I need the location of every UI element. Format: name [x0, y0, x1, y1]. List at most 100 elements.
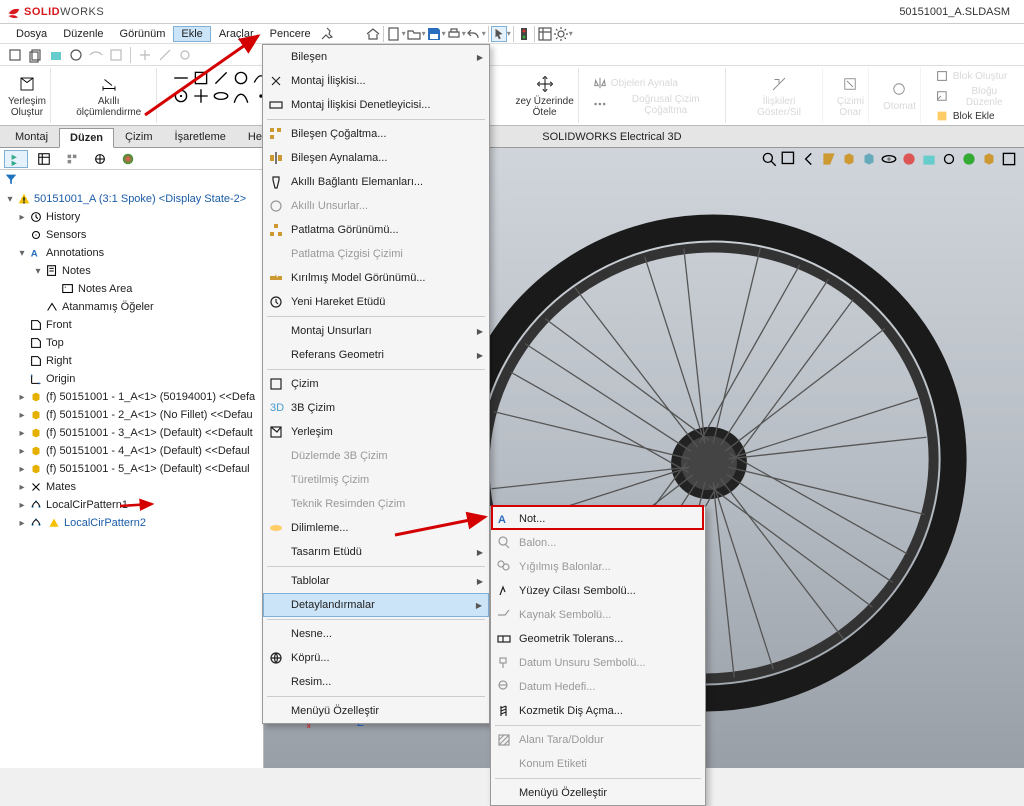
edit-appearance-icon[interactable] — [900, 150, 918, 168]
dd-sketch[interactable]: Çizim — [263, 372, 489, 396]
zoom-area-icon[interactable] — [780, 150, 798, 168]
appearance-tab-icon[interactable] — [116, 150, 140, 168]
dd-exploded-view[interactable]: Patlatma Görünümü... — [263, 218, 489, 242]
rb-relations: İlişkileri Göster/Sil — [736, 68, 823, 123]
dd-mate-controller[interactable]: Montaj İlişkisi Denetleyicisi... — [263, 93, 489, 117]
dd-motion-study[interactable]: Yeni Hareket Etüdü — [263, 290, 489, 314]
tb-icon[interactable] — [68, 47, 84, 63]
dd-surface-finish[interactable]: Yüzey Cilası Sembolü... — [491, 579, 705, 603]
home-icon[interactable] — [365, 26, 381, 42]
dd-layout[interactable]: Yerleşim — [263, 420, 489, 444]
view-toolbar — [760, 150, 1018, 170]
feature-tree-tab-icon[interactable] — [4, 150, 28, 168]
dd-customize-menu2[interactable]: Menüyü Özelleştir — [491, 781, 705, 805]
annotations-submenu: ANot... Balon... Yığılmış Balonlar... Yü… — [490, 506, 706, 806]
select-arrow-icon[interactable] — [491, 26, 507, 42]
tb-icon — [88, 47, 104, 63]
feature-tree[interactable]: ▾50151001_A (3:1 Spoke) <Display State-2… — [0, 188, 263, 534]
tree-plane-right[interactable]: Right — [0, 352, 263, 370]
display-tab-icon[interactable] — [88, 150, 112, 168]
tab-cizim[interactable]: Çizim — [114, 127, 164, 147]
dd-component[interactable]: Bileşen▶ — [263, 45, 489, 69]
dd-area-hatch: Alanı Tara/Doldur — [491, 728, 705, 752]
rb-mirror: Objeleri Aynala — [593, 76, 678, 90]
new-doc-icon[interactable] — [386, 26, 402, 42]
tree-component-2[interactable]: ▸(f) 50151001 - 2_A<1> (No Fillet) <<Def… — [0, 406, 263, 424]
dd-picture[interactable]: Resim... — [263, 670, 489, 694]
tree-root[interactable]: ▾50151001_A (3:1 Spoke) <Display State-2… — [0, 190, 263, 208]
funnel-icon[interactable] — [4, 172, 18, 186]
dd-explode-line: Patlatma Çizgisi Çizimi — [263, 242, 489, 266]
dd-reference-geometry[interactable]: Referans Geometri▶ — [263, 343, 489, 367]
tree-origin[interactable]: Origin — [0, 370, 263, 388]
tree-sensors[interactable]: Sensors — [0, 226, 263, 244]
dd-design-study[interactable]: Tasarım Etüdü▶ — [263, 540, 489, 564]
tree-plane-top[interactable]: Top — [0, 334, 263, 352]
display-style-icon[interactable] — [860, 150, 878, 168]
dd-tables[interactable]: Tablolar▶ — [263, 569, 489, 593]
tree-component-5[interactable]: ▸(f) 50151001 - 5_A<1> (Default) <<Defau… — [0, 460, 263, 478]
tab-electrical-3d[interactable]: SOLIDWORKS Electrical 3D — [531, 127, 692, 147]
tree-local-pattern-2[interactable]: ▸LocalCirPattern2 — [0, 514, 263, 532]
dd-mate[interactable]: Montaj İlişkisi... — [263, 69, 489, 93]
view-orientation-icon[interactable] — [840, 150, 858, 168]
tree-history[interactable]: ▸History — [0, 208, 263, 226]
prev-view-icon[interactable] — [800, 150, 818, 168]
open-icon[interactable] — [406, 26, 422, 42]
menu-edit[interactable]: Düzenle — [55, 26, 111, 42]
save-icon[interactable] — [426, 26, 442, 42]
view-tools2-icon[interactable] — [1000, 150, 1018, 168]
property-tab-icon[interactable] — [32, 150, 56, 168]
app-logo: SOLIDWORKS — [6, 4, 104, 20]
tree-notes-area[interactable]: Notes Area — [0, 280, 263, 298]
tab-duzen[interactable]: Düzen — [59, 128, 114, 148]
config-tab-icon[interactable] — [60, 150, 84, 168]
rb-auto: Otomat — [879, 68, 921, 123]
tab-montaj[interactable]: Montaj — [4, 127, 59, 147]
section-view-icon[interactable] — [820, 150, 838, 168]
dd-object[interactable]: Nesne... — [263, 622, 489, 646]
tb-icon[interactable] — [48, 47, 64, 63]
dd-component-pattern[interactable]: Bileşen Çoğaltma... — [263, 122, 489, 146]
view-tools-icon[interactable] — [980, 150, 998, 168]
dd-annotations[interactable]: Detaylandırmalar▶ — [263, 593, 489, 617]
options-icon[interactable] — [537, 26, 553, 42]
tb-icon[interactable] — [8, 47, 24, 63]
dd-customize-menu[interactable]: Menüyü Özelleştir — [263, 699, 489, 723]
tree-mates[interactable]: ▸Mates — [0, 478, 263, 496]
tree-plane-front[interactable]: Front — [0, 316, 263, 334]
dd-component-mirror[interactable]: Bileşen Aynalama... — [263, 146, 489, 170]
dd-break-view[interactable]: Kırılmış Model Görünümü... — [263, 266, 489, 290]
tree-component-1[interactable]: ▸(f) 50151001 - 1_A<1> (50194001) <<Defa — [0, 388, 263, 406]
tree-component-3[interactable]: ▸(f) 50151001 - 3_A<1> (Default) <<Defau… — [0, 424, 263, 442]
command-tab-strip: Montaj Düzen Çizim İşaretleme Hesapla SO… — [0, 126, 1024, 148]
dd-hyperlink[interactable]: Köprü... — [263, 646, 489, 670]
tree-annotations[interactable]: ▾AAnnotations — [0, 244, 263, 262]
dd-assembly-features[interactable]: Montaj Unsurları▶ — [263, 319, 489, 343]
rb-layout-create[interactable]: Yerleşim Oluştur — [4, 68, 51, 123]
render-icon[interactable] — [960, 150, 978, 168]
dd-geometric-tolerance[interactable]: Geometrik Tolerans... — [491, 627, 705, 651]
print-icon[interactable] — [446, 26, 462, 42]
dd-3d-sketch[interactable]: 3D3B Çizim — [263, 396, 489, 420]
view-settings-icon[interactable] — [940, 150, 958, 168]
menu-window[interactable]: Pencere — [262, 26, 319, 42]
tree-unassigned[interactable]: Atanmamış Öğeler — [0, 298, 263, 316]
settings-gear-icon[interactable] — [553, 26, 569, 42]
apply-scene-icon[interactable] — [920, 150, 938, 168]
tree-component-4[interactable]: ▸(f) 50151001 - 4_A<1> (Default) <<Defau… — [0, 442, 263, 460]
dd-smart-fasteners[interactable]: Akıllı Bağlantı Elemanları... — [263, 170, 489, 194]
traffic-light-icon[interactable] — [516, 26, 532, 42]
tb-icon[interactable] — [28, 47, 44, 63]
hide-show-icon[interactable] — [880, 150, 898, 168]
rb-move-on-surface[interactable]: zey Üzerinde Ötele — [511, 68, 578, 123]
menu-file[interactable]: Dosya — [8, 26, 55, 42]
dd-cosmetic-thread[interactable]: Kozmetik Diş Açma... — [491, 699, 705, 723]
tree-notes[interactable]: ▾Notes — [0, 262, 263, 280]
tab-isaretleme[interactable]: İşaretleme — [164, 127, 237, 147]
undo-icon[interactable] — [466, 26, 482, 42]
zoom-fit-icon[interactable] — [760, 150, 778, 168]
pin-icon[interactable] — [319, 26, 335, 42]
rb-sketch-repair: Çizimi Onar — [833, 68, 869, 123]
document-name: 50151001_A.SLDASM — [899, 6, 1018, 18]
